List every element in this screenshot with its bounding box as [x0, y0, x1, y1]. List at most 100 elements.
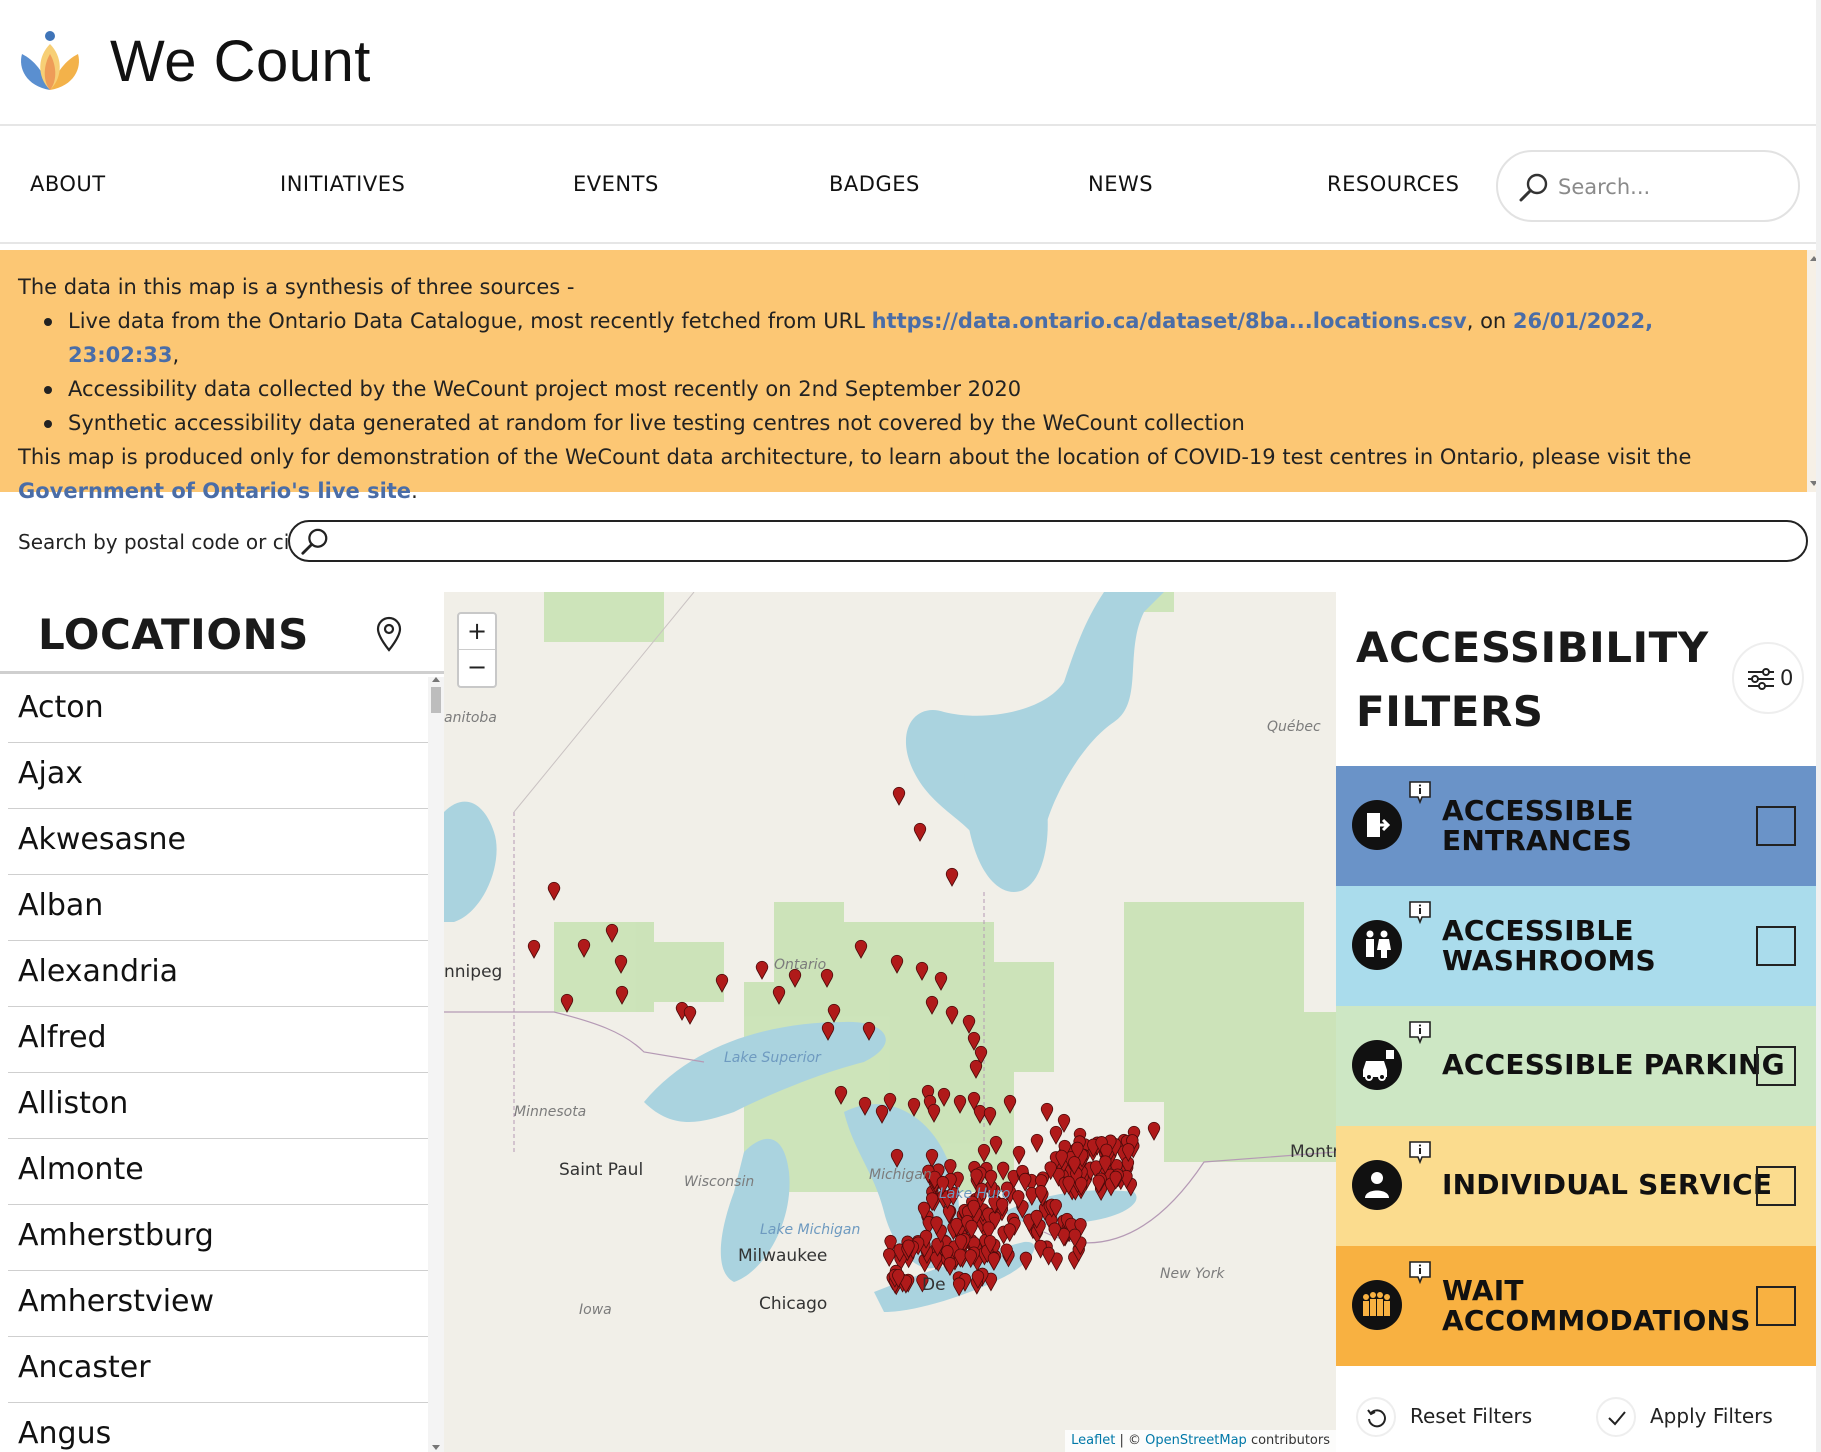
map-label-chicago: Chicago — [759, 1294, 828, 1314]
map-label-ontario: Ontario — [774, 957, 827, 973]
filter-accessible-parking[interactable]: ACCESSIBLE PARKING — [1336, 1006, 1818, 1126]
filter-checkbox[interactable] — [1756, 1046, 1796, 1086]
map-pin-icon[interactable] — [374, 616, 404, 652]
site-title[interactable]: We Count — [110, 28, 371, 95]
nav-about[interactable]: ABOUT — [30, 172, 106, 196]
nav-resources[interactable]: RESOURCES — [1327, 172, 1459, 196]
nav-initiatives[interactable]: INITIATIVES — [280, 172, 405, 196]
notice-text: , on — [1466, 309, 1513, 333]
location-item[interactable]: Amherstburg — [8, 1205, 428, 1271]
filter-individual-service[interactable]: INDIVIDUAL SERVICE — [1336, 1126, 1818, 1246]
main-nav: ABOUT INITIATIVES EVENTS BADGES NEWS RES… — [0, 128, 1821, 244]
location-item[interactable]: Alfred — [8, 1007, 428, 1073]
filter-label: INDIVIDUAL SERVICE — [1442, 1168, 1773, 1201]
location-item[interactable]: Amherstview — [8, 1271, 428, 1337]
locations-header: LOCATIONS — [0, 592, 444, 674]
active-filters-button[interactable]: 0 — [1732, 642, 1804, 714]
site-search[interactable] — [1496, 150, 1800, 222]
notice-outro: This map is produced only for demonstrat… — [18, 440, 1761, 508]
location-item[interactable]: Ajax — [8, 743, 428, 809]
locations-list: Acton Ajax Akwesasne Alban Alexandria Al… — [0, 677, 428, 1452]
dataset-link[interactable]: https://data.ontario.ca/dataset/8ba...lo… — [872, 309, 1467, 333]
notice-intro: The data in this map is a synthesis of t… — [18, 275, 575, 299]
filter-label: ACCESSIBLE ENTRANCES — [1442, 796, 1634, 856]
location-search-label: Search by postal code or city — [18, 530, 309, 554]
map-tiles — [444, 592, 1336, 1452]
location-item[interactable]: Akwesasne — [8, 809, 428, 875]
map-attribution: Leaflet | © OpenStreetMap contributors — [1065, 1430, 1336, 1452]
map-label-winnipeg: nnipeg — [444, 962, 503, 982]
data-notice: The data in this map is a synthesis of t… — [0, 250, 1821, 503]
notice-source-3: Synthetic accessibility data generated a… — [44, 406, 1761, 440]
info-icon[interactable] — [1408, 1020, 1432, 1044]
site-search-input[interactable] — [1558, 168, 1778, 206]
map-view[interactable]: anitoba nnipeg Ontario Québec Lake Super… — [444, 592, 1336, 1452]
map-label-iowa: Iowa — [579, 1302, 612, 1318]
locations-scrollbar[interactable] — [428, 677, 444, 1452]
filter-wait-accommodations[interactable]: WAIT ACCOMMODATIONS — [1336, 1246, 1818, 1366]
location-search-input[interactable] — [338, 526, 1788, 556]
location-search[interactable] — [288, 520, 1808, 562]
government-site-link[interactable]: Government of Ontario's live site — [18, 479, 411, 503]
locations-title: LOCATIONS — [38, 610, 309, 659]
map-label-lake-michigan: Lake Michigan — [760, 1222, 861, 1238]
map-label-saint-paul: Saint Paul — [559, 1160, 644, 1180]
map-label-manitoba: anitoba — [444, 710, 497, 726]
active-filters-count: 0 — [1780, 666, 1794, 690]
location-item[interactable]: Alexandria — [8, 941, 428, 1007]
openstreetmap-link[interactable]: OpenStreetMap — [1145, 1433, 1247, 1448]
map-label-new-york: New York — [1160, 1266, 1225, 1282]
location-item[interactable]: Ancaster — [8, 1337, 428, 1403]
leaflet-link[interactable]: Leaflet — [1071, 1433, 1115, 1448]
locations-panel: LOCATIONS Acton Ajax Akwesasne Alban Ale… — [0, 592, 444, 1452]
filters-title: ACCESSIBILITY FILTERS — [1356, 616, 1709, 744]
filter-label-line: WAIT — [1442, 1274, 1524, 1307]
filters-title-line: FILTERS — [1356, 687, 1544, 736]
search-icon — [301, 528, 328, 555]
zoom-out-button[interactable]: − — [459, 650, 495, 686]
map-label-montreal: Montr — [1290, 1142, 1336, 1162]
zoom-in-button[interactable]: + — [459, 614, 495, 650]
location-item[interactable]: Acton — [8, 677, 428, 743]
filter-accessible-entrances[interactable]: ACCESSIBLE ENTRANCES — [1336, 766, 1818, 886]
page-scrollbar[interactable] — [1816, 0, 1821, 1452]
entrance-icon — [1352, 800, 1402, 850]
accessibility-filters-panel: ACCESSIBILITY FILTERS 0 ACCESSIBLE ENTRAN… — [1336, 592, 1821, 1452]
filter-label: WAIT ACCOMMODATIONS — [1442, 1276, 1751, 1336]
info-icon[interactable] — [1408, 900, 1432, 924]
nav-badges[interactable]: BADGES — [829, 172, 920, 196]
notice-text: . — [411, 479, 418, 503]
filter-checkbox[interactable] — [1756, 1166, 1796, 1206]
reset-filters-label: Reset Filters — [1410, 1404, 1533, 1428]
sliders-icon — [1748, 668, 1774, 690]
filter-label: ACCESSIBLE PARKING — [1442, 1048, 1785, 1081]
location-item[interactable]: Angus — [8, 1403, 428, 1452]
map-label-michigan: Michigan — [869, 1167, 932, 1183]
filter-label-line: ACCESSIBLE — [1442, 794, 1634, 827]
info-icon[interactable] — [1408, 1140, 1432, 1164]
lotus-logo-icon[interactable] — [16, 28, 84, 96]
filter-label-line: ENTRANCES — [1442, 824, 1632, 857]
filter-label-line: ACCOMMODATIONS — [1442, 1304, 1751, 1337]
location-item[interactable]: Alliston — [8, 1073, 428, 1139]
info-icon[interactable] — [1408, 1260, 1432, 1284]
filter-accessible-washrooms[interactable]: ACCESSIBLE WASHROOMS — [1336, 886, 1818, 1006]
location-item[interactable]: Almonte — [8, 1139, 428, 1205]
map-label-wisconsin: Wisconsin — [684, 1174, 755, 1190]
notice-text: This map is produced only for demonstrat… — [18, 445, 1692, 469]
map-label-detroit: De — [922, 1275, 946, 1295]
location-item[interactable]: Alban — [8, 875, 428, 941]
parking-icon — [1352, 1040, 1402, 1090]
reset-icon — [1356, 1397, 1396, 1437]
queue-icon — [1352, 1280, 1402, 1330]
filter-checkbox[interactable] — [1756, 806, 1796, 846]
map-label-lake-huron: Lake Huro — [939, 1186, 1011, 1202]
notice-source-2: Accessibility data collected by the WeCo… — [44, 372, 1761, 406]
filter-checkbox[interactable] — [1756, 1286, 1796, 1326]
filter-checkbox[interactable] — [1756, 926, 1796, 966]
nav-news[interactable]: NEWS — [1088, 172, 1153, 196]
info-icon[interactable] — [1408, 780, 1432, 804]
filters-title-line: ACCESSIBILITY — [1356, 623, 1709, 672]
nav-events[interactable]: EVENTS — [573, 172, 659, 196]
filter-label: ACCESSIBLE WASHROOMS — [1442, 916, 1656, 976]
